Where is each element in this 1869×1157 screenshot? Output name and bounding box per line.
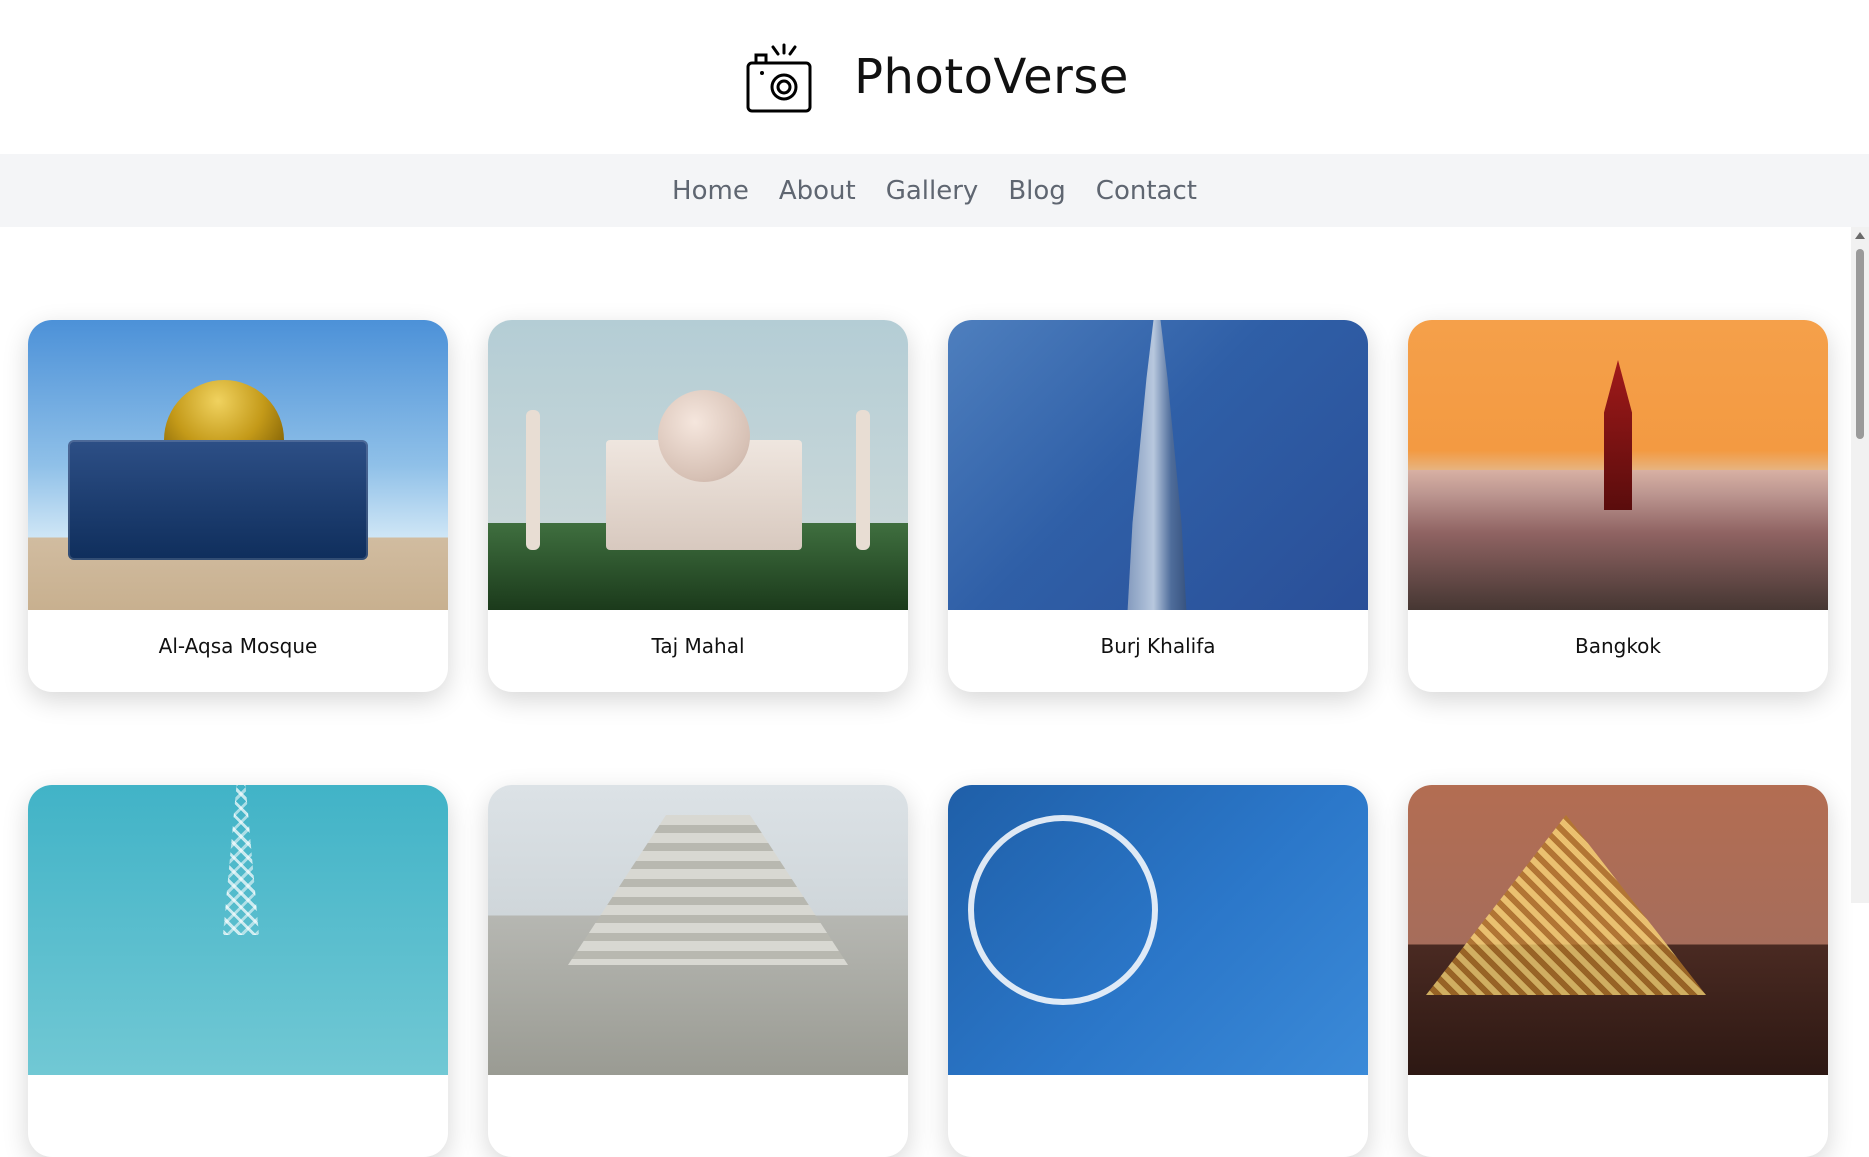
- glass-pyramid-shape: [1426, 815, 1706, 995]
- gallery-card[interactable]: [948, 785, 1368, 1157]
- gallery-card[interactable]: Bangkok: [1408, 320, 1828, 692]
- dome-shape: [164, 380, 284, 440]
- dome-shape: [658, 390, 750, 482]
- brand[interactable]: PhotoVerse: [740, 37, 1129, 117]
- london-eye-photo[interactable]: [948, 785, 1368, 1075]
- tower-shape: [1127, 320, 1187, 610]
- tower-shape: [223, 785, 259, 935]
- card-caption: Al-Aqsa Mosque: [158, 634, 318, 658]
- card-caption: [948, 1075, 1368, 1157]
- card-caption: Taj Mahal: [651, 634, 745, 658]
- site-title: PhotoVerse: [854, 49, 1129, 105]
- camera-icon: [746, 43, 812, 113]
- wheel-shape: [968, 815, 1158, 1005]
- minaret-shape: [526, 410, 540, 550]
- card-caption: [488, 1075, 908, 1157]
- nav-gallery-link[interactable]: Gallery: [886, 176, 979, 206]
- scroll-up-arrow-icon[interactable]: [1855, 232, 1865, 239]
- vertical-scrollbar[interactable]: [1851, 227, 1869, 903]
- gallery-card[interactable]: [28, 785, 448, 1157]
- pyramid-shape: [568, 815, 848, 965]
- site-header: PhotoVerse: [0, 0, 1869, 154]
- card-caption: [28, 1075, 448, 1157]
- gallery-grid: Al-Aqsa Mosque Taj Mahal Burj Khalifa Ba…: [28, 320, 1831, 1157]
- nav-contact-link[interactable]: Contact: [1096, 176, 1197, 206]
- main-content: Al-Aqsa Mosque Taj Mahal Burj Khalifa Ba…: [0, 227, 1869, 1157]
- nav-blog-link[interactable]: Blog: [1008, 176, 1065, 206]
- gallery-card[interactable]: Burj Khalifa: [948, 320, 1368, 692]
- bangkok-photo[interactable]: [1408, 320, 1828, 610]
- minaret-shape: [856, 410, 870, 550]
- eiffel-tower-photo[interactable]: [28, 785, 448, 1075]
- card-caption: Burj Khalifa: [1100, 634, 1216, 658]
- gallery-card[interactable]: [488, 785, 908, 1157]
- gallery-card[interactable]: [1408, 785, 1828, 1157]
- gallery-card[interactable]: Taj Mahal: [488, 320, 908, 692]
- main-nav: Home About Gallery Blog Contact: [0, 154, 1869, 227]
- al-aqsa-mosque-photo[interactable]: [28, 320, 448, 610]
- louvre-pyramid-photo[interactable]: [1408, 785, 1828, 1075]
- nav-home-link[interactable]: Home: [672, 176, 749, 206]
- burj-khalifa-photo[interactable]: [948, 320, 1368, 610]
- card-caption: Bangkok: [1574, 634, 1662, 658]
- chichen-itza-photo[interactable]: [488, 785, 908, 1075]
- scroll-thumb[interactable]: [1856, 249, 1864, 439]
- nav-about-link[interactable]: About: [779, 176, 856, 206]
- card-caption: [1408, 1075, 1828, 1157]
- building-shape: [68, 440, 368, 560]
- gallery-card[interactable]: Al-Aqsa Mosque: [28, 320, 448, 692]
- taj-mahal-photo[interactable]: [488, 320, 908, 610]
